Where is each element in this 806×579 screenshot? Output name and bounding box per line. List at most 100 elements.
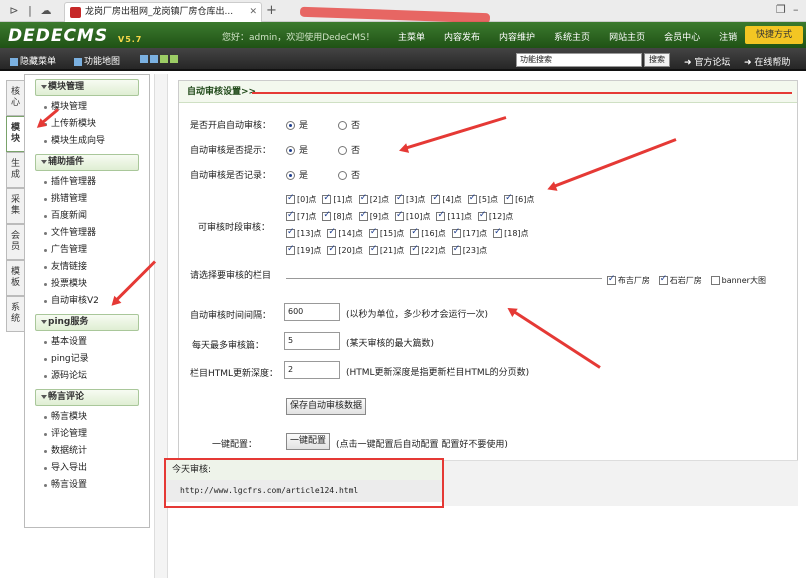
enable-no[interactable]: 否 <box>338 118 360 131</box>
hour-17-checkbox[interactable] <box>451 227 461 238</box>
new-tab-icon[interactable]: + <box>266 3 277 18</box>
forum-link[interactable]: ➜ 官方论坛 <box>684 55 730 68</box>
quick-menu-button[interactable]: 快捷方式 <box>745 26 803 44</box>
close-tab-icon[interactable]: ✕ <box>249 3 257 22</box>
sidebar-item-auto-review[interactable]: 自动审核V2 <box>25 293 149 310</box>
hour-23[interactable]: [23]点 <box>451 244 487 256</box>
hour-13-checkbox[interactable] <box>286 227 295 238</box>
vtab-system[interactable]: 系统 <box>6 296 24 332</box>
vtab-generate[interactable]: 生成 <box>6 152 24 188</box>
func-map-button[interactable]: 功能地图 <box>74 54 120 67</box>
column-buji[interactable]: 布吉厂房 <box>606 274 650 286</box>
hour-16[interactable]: [16]点 <box>410 227 446 239</box>
hour-12-checkbox[interactable] <box>477 210 487 221</box>
hour-9[interactable]: [9]点 <box>358 210 389 222</box>
hour-7-checkbox[interactable] <box>286 210 295 221</box>
search-button[interactable]: 搜索 <box>644 53 670 67</box>
menu-member[interactable]: 会员中心 <box>664 30 700 43</box>
record-yes-radio[interactable] <box>286 171 295 180</box>
record-yes[interactable]: 是 <box>286 168 308 181</box>
view-icons[interactable] <box>140 54 180 64</box>
sidebar-item-file-manager[interactable]: 文件管理器 <box>25 225 149 242</box>
menu-maintain[interactable]: 内容维护 <box>499 30 535 43</box>
hour-2-checkbox[interactable] <box>358 193 368 204</box>
vtab-collect[interactable]: 采集 <box>6 188 24 224</box>
function-search-input[interactable]: 功能搜索 <box>516 53 642 67</box>
menu-logout[interactable]: 注销 <box>719 30 737 43</box>
hour-20[interactable]: [20]点 <box>327 244 363 256</box>
hide-menu-button[interactable]: 隐藏菜单 <box>10 54 56 67</box>
hour-0-checkbox[interactable] <box>286 193 295 204</box>
hour-7[interactable]: [7]点 <box>286 210 316 222</box>
hour-20-checkbox[interactable] <box>327 244 337 255</box>
group-ping[interactable]: ping服务 <box>35 314 139 331</box>
hour-23-checkbox[interactable] <box>451 244 461 255</box>
hour-12[interactable]: [12]点 <box>477 210 513 222</box>
hour-8[interactable]: [8]点 <box>322 210 353 222</box>
hour-0[interactable]: [0]点 <box>286 193 316 205</box>
sidebar-item-ad-manage[interactable]: 广告管理 <box>25 242 149 259</box>
sidebar-item-changyan-module[interactable]: 畅言模块 <box>25 409 149 426</box>
notify-yes[interactable]: 是 <box>286 143 308 156</box>
hour-16-checkbox[interactable] <box>410 227 420 238</box>
hour-10[interactable]: [10]点 <box>395 210 430 222</box>
hour-21-checkbox[interactable] <box>368 244 378 255</box>
sidebar-item-comment-manage[interactable]: 评论管理 <box>25 426 149 443</box>
oneclick-button[interactable]: 一键配置 <box>286 433 331 450</box>
enable-yes-radio[interactable] <box>286 121 295 130</box>
hour-3[interactable]: [3]点 <box>395 193 425 205</box>
enable-yes[interactable]: 是 <box>286 118 308 131</box>
menu-publish[interactable]: 内容发布 <box>444 30 480 43</box>
today-review-url[interactable]: http://www.lgcfrs.com/article124.html <box>166 480 442 502</box>
hour-11-checkbox[interactable] <box>436 210 446 221</box>
column-buji-checkbox[interactable] <box>606 274 616 285</box>
group-module-manage[interactable]: 模块管理 <box>35 79 139 96</box>
notify-no-radio[interactable] <box>338 146 347 155</box>
column-shiyan[interactable]: 石岩厂房 <box>658 274 702 286</box>
hour-14[interactable]: [14]点 <box>327 227 363 239</box>
hour-1-checkbox[interactable] <box>322 193 332 204</box>
hour-18-checkbox[interactable] <box>493 227 503 238</box>
sidebar-item-baidu-news[interactable]: 百度新闻 <box>25 208 149 225</box>
notify-yes-radio[interactable] <box>286 146 295 155</box>
hour-19[interactable]: [19]点 <box>286 244 321 256</box>
hour-6-checkbox[interactable] <box>504 193 514 204</box>
group-changyan[interactable]: 畅言评论 <box>35 389 139 406</box>
column-banner[interactable]: banner大图 <box>710 275 766 286</box>
menu-system-home[interactable]: 系统主页 <box>554 30 590 43</box>
hour-8-checkbox[interactable] <box>322 210 332 221</box>
sidebar-item-module-wizard[interactable]: 模块生成向导 <box>25 133 149 150</box>
minimize-window-icon[interactable]: – <box>793 3 799 16</box>
browser-tab[interactable]: 龙岗厂房出租网_龙岗镇厂房仓库出... ✕ <box>64 2 262 22</box>
vtab-module[interactable]: 模块 <box>6 116 24 152</box>
vtab-core[interactable]: 核心 <box>6 80 24 116</box>
sidebar-item-module-manage[interactable]: 模块管理 <box>25 99 149 116</box>
group-plugins[interactable]: 辅助插件 <box>35 154 139 171</box>
cloud-icon[interactable]: ☁ <box>38 3 54 19</box>
save-auto-review-button[interactable]: 保存自动审核数据 <box>286 398 367 415</box>
hour-9-checkbox[interactable] <box>358 210 368 221</box>
hour-22-checkbox[interactable] <box>410 244 420 255</box>
vtab-template[interactable]: 模板 <box>6 260 24 296</box>
hour-4[interactable]: [4]点 <box>431 193 462 205</box>
hour-4-checkbox[interactable] <box>431 193 441 204</box>
hour-1[interactable]: [1]点 <box>322 193 353 205</box>
sidebar-item-plugin-manager[interactable]: 插件管理器 <box>25 174 149 191</box>
sidebar-toggle-icon[interactable]: ⊳ <box>6 3 22 19</box>
enable-no-radio[interactable] <box>338 121 347 130</box>
hour-5-checkbox[interactable] <box>467 193 477 204</box>
max-input[interactable]: 5 <box>284 332 340 350</box>
sidebar-item-friend-links[interactable]: 友情链接 <box>25 259 149 276</box>
hour-18[interactable]: [18]点 <box>493 227 529 239</box>
hour-15-checkbox[interactable] <box>368 227 378 238</box>
sidebar-item-import-export[interactable]: 导入导出 <box>25 460 149 477</box>
notify-no[interactable]: 否 <box>338 143 360 156</box>
record-no-radio[interactable] <box>338 171 347 180</box>
menu-site-home[interactable]: 网站主页 <box>609 30 645 43</box>
hour-3-checkbox[interactable] <box>395 193 405 204</box>
hour-15[interactable]: [15]点 <box>368 227 404 239</box>
menu-main[interactable]: 主菜单 <box>398 30 425 43</box>
sidebar-item-ping-log[interactable]: ping记录 <box>25 351 149 368</box>
hour-5[interactable]: [5]点 <box>467 193 498 205</box>
record-no[interactable]: 否 <box>338 168 360 181</box>
